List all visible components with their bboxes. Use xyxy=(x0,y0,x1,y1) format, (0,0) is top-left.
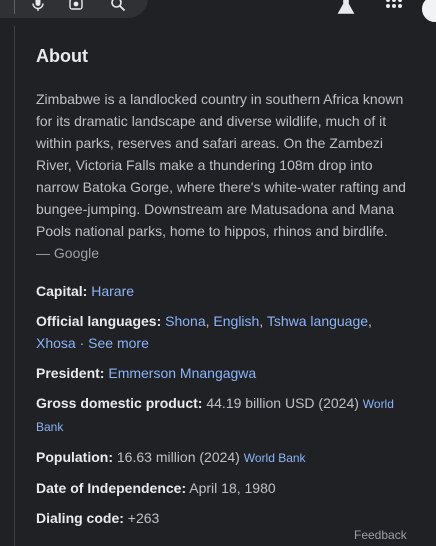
fact-population: Population: 16.63 million (2024) World B… xyxy=(36,446,411,469)
apps-grid-icon[interactable] xyxy=(384,0,404,16)
facts-list: Capital: Harare Official languages: Shon… xyxy=(36,280,411,529)
fact-gdp: Gross domestic product: 44.19 billion US… xyxy=(36,392,411,438)
fact-dialing-code: Dialing code: +263 xyxy=(36,507,411,529)
population-source-link[interactable]: World Bank xyxy=(244,451,306,465)
see-more-link[interactable]: See more xyxy=(88,335,149,351)
search-divider xyxy=(14,0,15,14)
fact-languages: Official languages: Shona, English, Tshw… xyxy=(36,313,372,351)
search-icon[interactable] xyxy=(110,0,126,12)
fact-capital: Capital: Harare xyxy=(36,280,411,302)
mic-icon[interactable] xyxy=(30,0,46,12)
top-bar xyxy=(0,0,436,26)
language-link-tshwa[interactable]: Tshwa language xyxy=(267,313,368,329)
avatar[interactable] xyxy=(420,0,436,24)
language-link-xhosa[interactable]: Xhosa xyxy=(36,335,76,351)
fact-label: Date of Independence: xyxy=(36,480,187,496)
fact-label: Gross domestic product: xyxy=(36,395,203,411)
gdp-value: 44.19 billion USD (2024) xyxy=(206,395,359,411)
about-description: Zimbabwe is a landlocked country in sout… xyxy=(36,88,411,264)
search-box[interactable] xyxy=(0,0,148,18)
description-text: Zimbabwe is a landlocked country in sout… xyxy=(36,91,406,239)
fact-label: Population: xyxy=(36,449,113,465)
population-value: 16.63 million (2024) xyxy=(116,449,240,465)
language-link-english[interactable]: English xyxy=(213,313,259,329)
fact-label: Capital: xyxy=(36,283,88,299)
fact-label: President: xyxy=(36,365,105,381)
language-link-shona[interactable]: Shona xyxy=(165,313,205,329)
flask-icon[interactable] xyxy=(336,0,356,16)
description-source[interactable]: — Google xyxy=(36,245,99,261)
independence-value: April 18, 1980 xyxy=(189,480,276,496)
dialing-code-value: +263 xyxy=(127,510,160,526)
fact-label: Dialing code: xyxy=(36,510,124,526)
separator-dot: · xyxy=(79,335,85,351)
capital-link[interactable]: Harare xyxy=(91,283,134,299)
knowledge-panel: About Zimbabwe is a landlocked country i… xyxy=(14,26,436,546)
president-link[interactable]: Emmerson Mnangagwa xyxy=(108,365,256,381)
camera-search-icon[interactable] xyxy=(68,0,84,12)
fact-president: President: Emmerson Mnangagwa xyxy=(36,362,411,384)
about-title: About xyxy=(36,46,88,66)
fact-label: Official languages: xyxy=(36,313,162,329)
about-section: About Zimbabwe is a landlocked country i… xyxy=(36,44,411,529)
feedback-link[interactable]: Feedback xyxy=(354,528,407,542)
fact-independence: Date of Independence: April 18, 1980 xyxy=(36,477,411,499)
